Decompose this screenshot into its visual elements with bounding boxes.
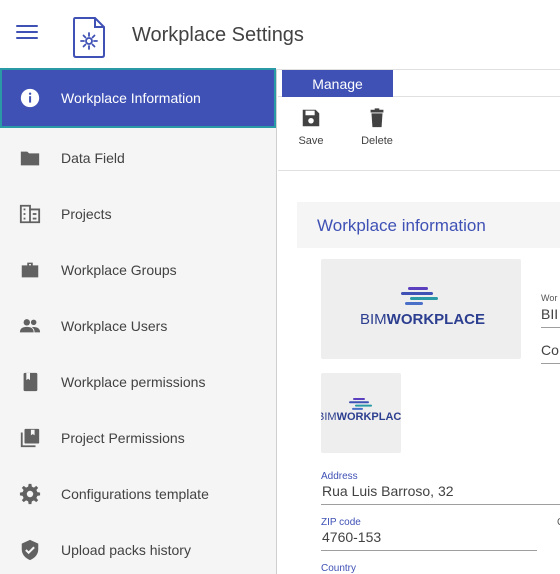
shield-check-icon <box>18 538 42 562</box>
small-logo-wordmark: BIMWORKPLACE <box>321 411 401 423</box>
sidebar: Workplace Information Data Field Project… <box>0 68 277 574</box>
building-icon <box>18 202 42 226</box>
gear-icon <box>18 482 42 506</box>
sidebar-item-data-field[interactable]: Data Field <box>0 130 276 186</box>
settings-document-icon <box>73 17 105 58</box>
logo-text-light: BIM <box>360 311 387 328</box>
people-icon <box>18 314 42 338</box>
sidebar-item-label: Workplace Users <box>61 318 168 334</box>
logo-text-bold: WORKPLACE <box>386 311 485 328</box>
bimworkplace-logo-mark <box>401 287 438 305</box>
workplace-name-input[interactable]: BII <box>541 306 560 328</box>
sidebar-item-upload-packs-history[interactable]: Upload packs history <box>0 522 276 574</box>
app-header: Workplace Settings <box>0 0 560 70</box>
folder-icon <box>18 146 42 170</box>
trash-icon <box>370 108 384 128</box>
save-button[interactable]: Save <box>286 105 336 161</box>
workplace-logo-upload[interactable]: BIMWORKPLACE <box>321 259 521 359</box>
sidebar-item-workplace-permissions[interactable]: Workplace permissions <box>0 354 276 410</box>
tab-bar: Manage <box>278 70 560 97</box>
main-content: Manage Save Delete Workplace information <box>278 70 560 574</box>
app-root: Workplace Settings Workplace Information… <box>0 0 560 574</box>
book-icon <box>18 370 42 394</box>
sidebar-item-project-permissions[interactable]: Project Permissions <box>0 410 276 466</box>
small-logo-text-light: BIM <box>321 411 337 423</box>
zip-code-input[interactable]: 4760-153 <box>321 529 537 551</box>
sidebar-item-configurations-template[interactable]: Configurations template <box>0 466 276 522</box>
tab-manage[interactable]: Manage <box>282 70 393 97</box>
zip-code-label: ZIP code <box>321 517 361 528</box>
workplace-name-label: Wor <box>541 293 558 303</box>
page-title: Workplace Settings <box>132 24 304 46</box>
sidebar-item-workplace-information[interactable]: Workplace Information <box>0 68 276 128</box>
sidebar-item-label: Workplace Groups <box>61 262 177 278</box>
sidebar-item-label: Project Permissions <box>61 430 185 446</box>
sidebar-item-label: Workplace Information <box>61 90 201 106</box>
country-label: Country <box>321 563 357 574</box>
sidebar-item-label: Upload packs history <box>61 542 191 558</box>
delete-label: Delete <box>361 135 393 147</box>
library-icon <box>18 426 42 450</box>
save-label: Save <box>298 135 324 147</box>
sidebar-item-label: Projects <box>61 206 112 222</box>
info-icon <box>18 86 42 110</box>
small-logo-text-bold: WORKPLACE <box>336 411 401 423</box>
toolbar: Save Delete <box>278 97 560 171</box>
address-input[interactable]: Rua Luis Barroso, 32 <box>321 483 560 505</box>
hamburger-menu-icon[interactable] <box>16 25 38 45</box>
save-icon <box>302 109 320 127</box>
workplace-code-input[interactable]: Co <box>541 342 560 364</box>
section-header: Workplace information <box>297 202 560 248</box>
briefcase-icon <box>18 258 42 282</box>
sidebar-item-label: Workplace permissions <box>61 374 206 390</box>
bimworkplace-small-logo-mark <box>349 398 372 410</box>
section-title: Workplace information <box>317 216 486 235</box>
sidebar-item-projects[interactable]: Projects <box>0 186 276 242</box>
sidebar-item-label: Configurations template <box>61 486 209 502</box>
logo-wordmark: BIMWORKPLACE <box>360 311 485 328</box>
sidebar-item-workplace-groups[interactable]: Workplace Groups <box>0 242 276 298</box>
address-label: Address <box>321 471 358 482</box>
sidebar-item-workplace-users[interactable]: Workplace Users <box>0 298 276 354</box>
sidebar-item-label: Data Field <box>61 150 125 166</box>
delete-button[interactable]: Delete <box>352 105 402 161</box>
workplace-icon-upload[interactable]: BIMWORKPLACE <box>321 373 401 453</box>
